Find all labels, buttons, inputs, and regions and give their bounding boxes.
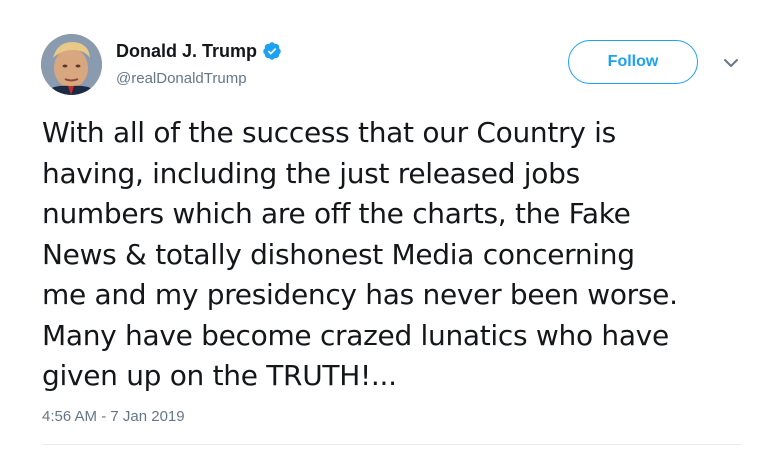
tweet-text-line: me and my presidency has never been wors…: [42, 278, 678, 311]
tweet-text-line: With all of the success that our Country…: [42, 116, 616, 149]
user-handle[interactable]: @realDonaldTrump: [116, 70, 247, 87]
user-name-row[interactable]: Donald J. Trump: [116, 40, 282, 62]
tweet-text-line: having, including the just released jobs: [42, 156, 580, 190]
avatar-portrait-icon: [41, 34, 102, 95]
tweet-text-line: Many have become crazed lunatics who hav…: [42, 318, 669, 352]
tweet-card: Donald J. Trump @realDonaldTrump Follow …: [0, 0, 764, 458]
verified-badge-icon: [262, 41, 282, 61]
tweet-timestamp[interactable]: 4:56 AM - 7 Jan 2019: [42, 408, 185, 425]
tweet-text: With all of the success that our Country…: [42, 113, 742, 397]
chevron-down-icon[interactable]: [722, 56, 740, 70]
tweet-text-line: numbers which are off the charts, the Fa…: [42, 197, 631, 230]
tweet-text-line: given up on the TRUTH!...: [42, 359, 397, 392]
avatar[interactable]: [41, 34, 102, 95]
divider: [42, 444, 742, 445]
follow-button[interactable]: Follow: [568, 40, 698, 84]
tweet-text-line: News & totally dishonest Media concernin…: [42, 237, 635, 271]
display-name[interactable]: Donald J. Trump: [116, 41, 257, 62]
